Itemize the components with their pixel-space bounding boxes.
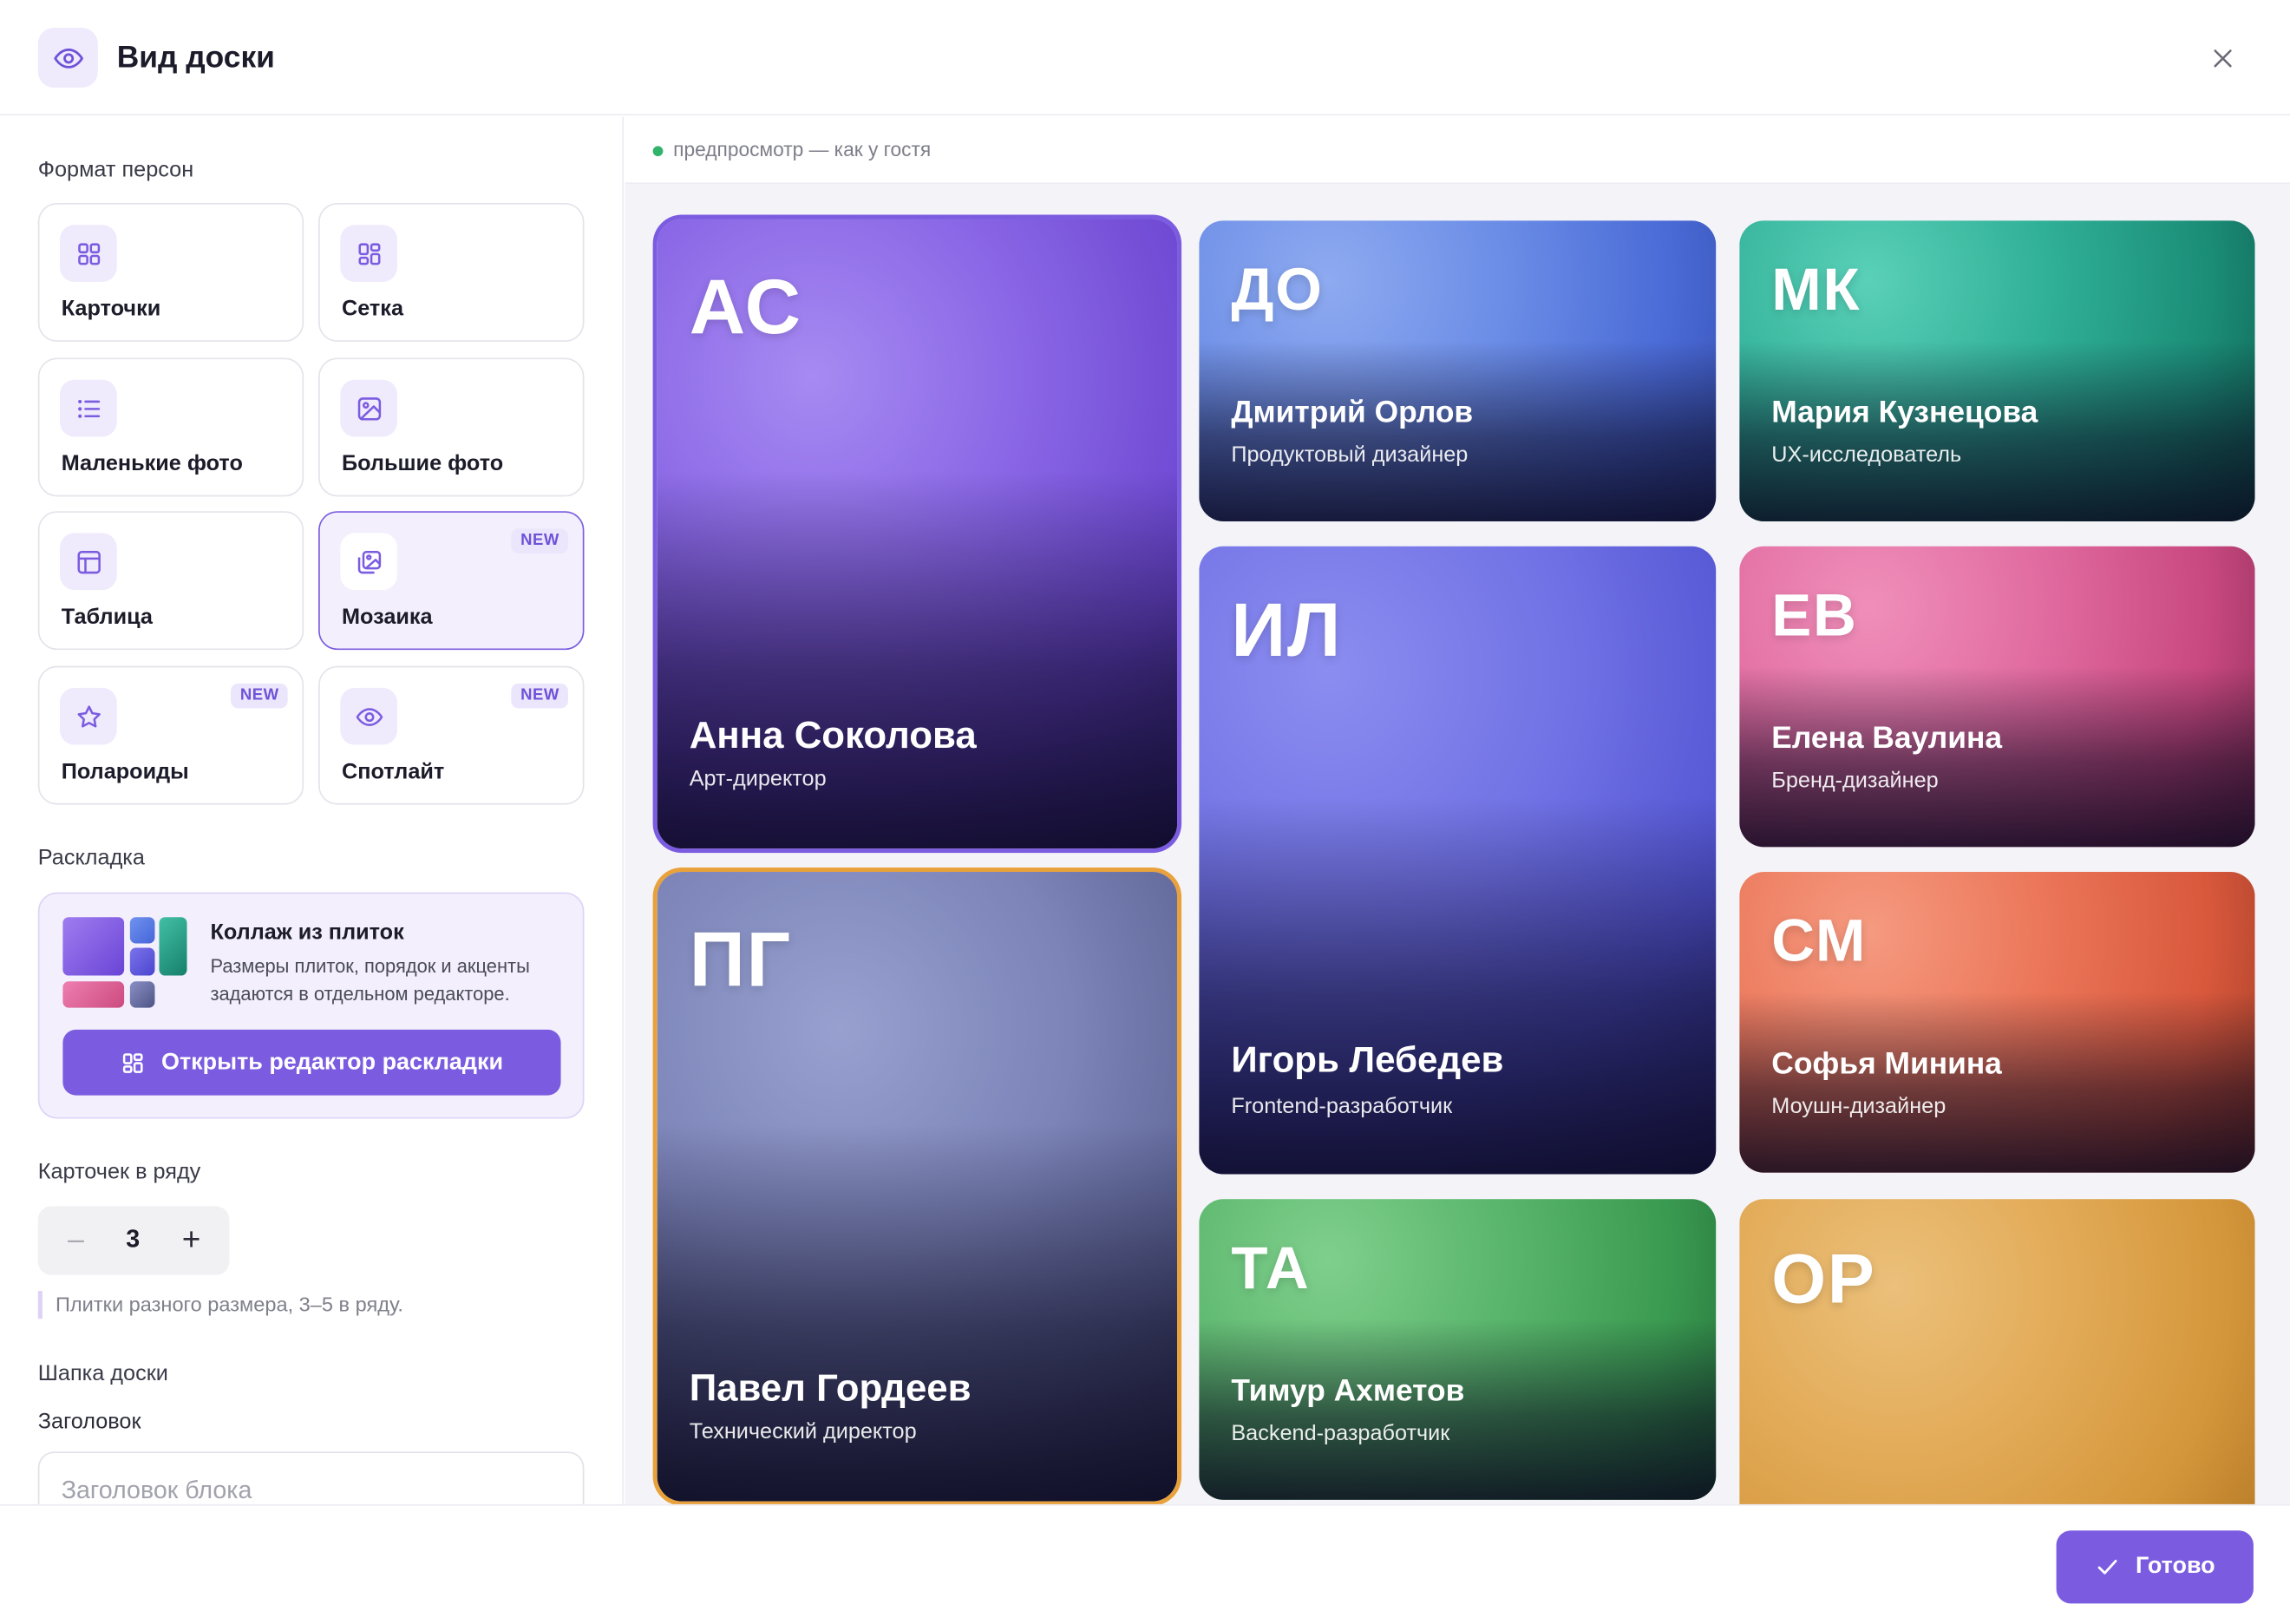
board-view-dialog: Вид доски Формат персон Карточки Сетка М… — [0, 0, 2290, 1624]
preview-status-text: предпросмотр — как у гостя — [673, 138, 932, 161]
person-initials: МК — [1771, 255, 1861, 324]
per-row-hint: Плитки разного размера, 3–5 в ряду. — [37, 1291, 403, 1320]
title-field — [37, 1451, 585, 1504]
person-initials: ЕВ — [1771, 581, 1858, 649]
format-option-small-photos[interactable]: Маленькие фото — [37, 357, 304, 497]
person-name: Дмитрий Орлов — [1231, 396, 1474, 429]
status-dot — [652, 146, 664, 157]
done-label: Готово — [2135, 1554, 2215, 1579]
preview-status-bar: предпросмотр — как у гостя — [625, 116, 2290, 185]
person-tile[interactable]: ЕВ Елена Ваулина Бренд-дизайнер — [1739, 546, 2255, 848]
person-tile[interactable]: АС Анна Соколова Арт-директор — [657, 219, 1178, 849]
person-initials: ИЛ — [1231, 588, 1343, 674]
per-row-label: Карточек в ряду — [37, 1159, 201, 1185]
dialog-footer: Готово — [0, 1503, 2290, 1624]
layout-card: Коллаж из плиток Размеры плиток, порядок… — [37, 892, 585, 1119]
eye-icon — [37, 27, 98, 88]
person-tile[interactable]: ОР — [1739, 1199, 2255, 1504]
format-option-label: Большие фото — [341, 451, 504, 476]
board-preview: предпросмотр — как у гостя АС Анна Сокол… — [625, 116, 2290, 1504]
person-name: Мария Кузнецова — [1771, 396, 2038, 429]
open-layout-editor-button[interactable]: Открыть редактор раскладки — [62, 1029, 561, 1096]
person-role: Backend-разработчик — [1231, 1420, 1450, 1446]
per-row-value: 3 — [126, 1225, 141, 1254]
person-initials: ДО — [1231, 255, 1324, 324]
increment-button[interactable]: + — [171, 1220, 212, 1261]
person-name: Софья Минина — [1771, 1047, 2002, 1081]
person-tile[interactable]: СМ Софья Минина Моушн-дизайнер — [1739, 872, 2255, 1173]
new-badge: NEW — [511, 528, 568, 554]
close-button[interactable] — [2201, 36, 2245, 81]
format-option-label: Карточки — [61, 296, 161, 322]
layout-description: Размеры плиток, порядок и акценты задают… — [210, 954, 530, 1005]
person-role: Технический директор — [689, 1419, 917, 1444]
grid-icon — [123, 1052, 144, 1073]
grid-icon — [340, 225, 397, 282]
person-role: Продуктовый дизайнер — [1231, 442, 1469, 468]
check-icon — [2098, 1560, 2117, 1575]
format-option-label: Мозаика — [341, 604, 433, 630]
done-button[interactable]: Готово — [2056, 1530, 2254, 1604]
dialog-header: Вид доски — [0, 0, 2290, 115]
format-option-polaroids[interactable]: Полароиды NEW — [37, 665, 304, 805]
format-option-mosaic[interactable]: Мозаика NEW — [318, 511, 585, 651]
title-input[interactable] — [61, 1473, 559, 1504]
format-option-label: Полароиды — [61, 759, 189, 785]
star-icon — [60, 687, 117, 745]
person-role: Frontend-разработчик — [1231, 1093, 1453, 1119]
collage-thumbnail — [62, 917, 191, 1011]
dialog-title: Вид доски — [116, 41, 275, 75]
per-row-stepper: – 3 + — [37, 1206, 230, 1275]
layout-title: Коллаж из плиток — [210, 920, 404, 946]
person-initials: СМ — [1771, 907, 1868, 974]
person-tile[interactable]: ПГ Павел Гордеев Технический директор — [657, 872, 1178, 1502]
open-layout-editor-label: Открыть редактор раскладки — [161, 1049, 504, 1075]
table-icon — [60, 533, 117, 591]
person-name: Тимур Ахметов — [1231, 1374, 1465, 1408]
person-role: Бренд-дизайнер — [1771, 768, 1939, 794]
list-icon — [60, 379, 117, 437]
person-tile[interactable]: ДО Дмитрий Орлов Продуктовый дизайнер — [1199, 220, 1717, 521]
person-role: Моушн-дизайнер — [1771, 1093, 1946, 1119]
format-option-label: Таблица — [61, 604, 153, 630]
decrement-button[interactable]: – — [56, 1220, 96, 1261]
settings-panel: Формат персон Карточки Сетка Маленькие ф… — [0, 116, 624, 1504]
person-name: Елена Ваулина — [1771, 721, 2002, 756]
format-option-label: Маленькие фото — [61, 451, 243, 476]
eye-icon — [340, 687, 397, 745]
board-header-section-label: Шапка доски — [37, 1360, 168, 1386]
person-initials: ТА — [1231, 1234, 1311, 1301]
format-option-cards[interactable]: Карточки — [37, 202, 304, 342]
format-option-grid[interactable]: Сетка — [318, 202, 585, 342]
person-initials: АС — [689, 264, 802, 351]
person-initials: ОР — [1771, 1241, 1876, 1320]
close-icon — [2214, 49, 2232, 68]
person-initials: ПГ — [689, 917, 792, 1004]
new-badge: NEW — [511, 683, 568, 709]
title-field-label: Заголовок — [37, 1409, 141, 1435]
format-option-spotlight[interactable]: Спотлайт NEW — [318, 665, 585, 805]
format-option-large-photos[interactable]: Большие фото — [318, 357, 585, 497]
person-name: Игорь Лебедев — [1231, 1039, 1504, 1081]
person-role: Арт-директор — [689, 766, 827, 792]
format-option-label: Сетка — [341, 296, 404, 322]
new-badge: NEW — [231, 683, 288, 709]
image-icon — [340, 379, 397, 437]
person-name: Анна Соколова — [689, 712, 977, 757]
person-role: UX-исследователь — [1771, 442, 1962, 468]
person-tile[interactable]: ИЛ Игорь Лебедев Frontend-разработчик — [1199, 546, 1717, 1175]
format-option-table[interactable]: Таблица — [37, 511, 304, 651]
person-tile[interactable]: МК Мария Кузнецова UX-исследователь — [1739, 220, 2255, 521]
format-section-label: Формат персон — [37, 157, 194, 183]
gallery-icon — [340, 533, 397, 591]
grid-icon — [60, 225, 117, 282]
layout-section-label: Раскладка — [37, 845, 145, 871]
person-name: Павел Гордеев — [689, 1365, 972, 1410]
person-tile[interactable]: ТА Тимур Ахметов Backend-разработчик — [1199, 1199, 1717, 1500]
format-option-label: Спотлайт — [341, 759, 445, 785]
